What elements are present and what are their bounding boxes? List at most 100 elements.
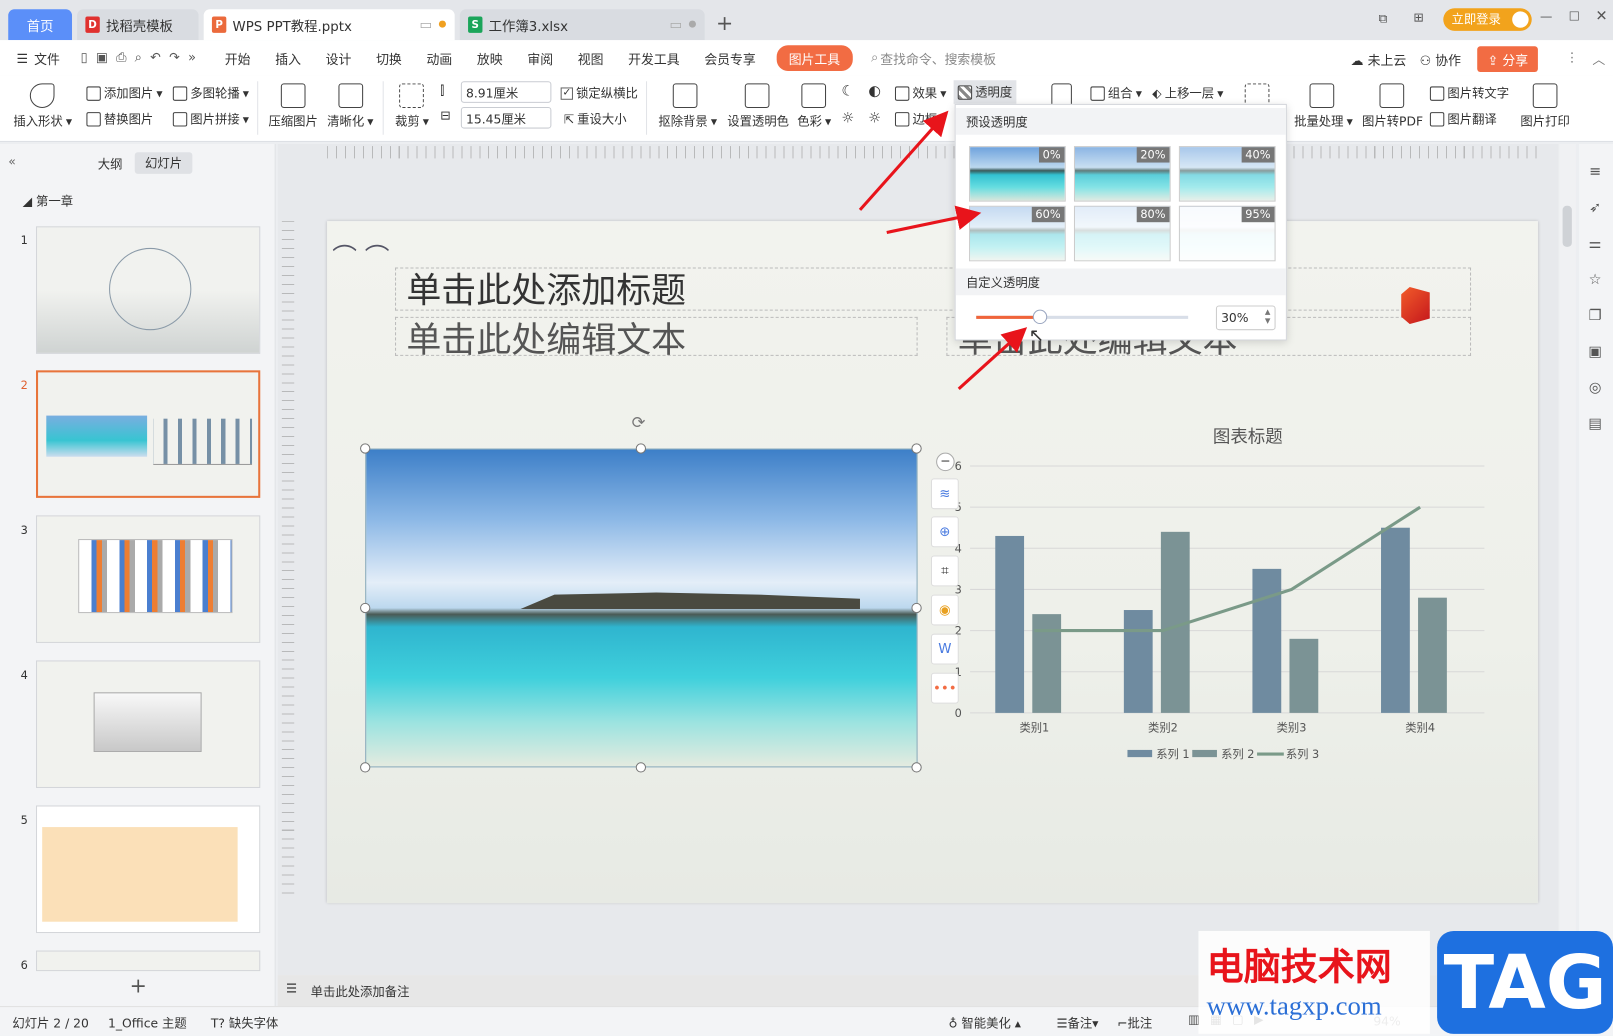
more-tools-icon[interactable]: ••• bbox=[930, 672, 959, 704]
brightness-icon[interactable]: ☼ bbox=[841, 110, 854, 126]
missing-font-button[interactable]: T? 缺失字体 bbox=[211, 1014, 278, 1031]
contrast-icon[interactable]: ◐ bbox=[868, 83, 881, 99]
color-button[interactable]: 色彩 ▾ bbox=[797, 112, 831, 129]
tab-outline[interactable]: 大纲 bbox=[98, 155, 123, 172]
copy-icon[interactable]: ❐ bbox=[1588, 298, 1602, 334]
brightness-down-icon[interactable]: ☼ bbox=[868, 110, 881, 126]
tab-pptx[interactable]: P WPS PPT教程.pptx ▭ ● bbox=[203, 9, 455, 41]
print-button[interactable]: 图片打印 bbox=[1520, 112, 1569, 129]
width-input[interactable]: 15.45厘米 bbox=[460, 106, 552, 129]
menu-animation[interactable]: 动画 bbox=[414, 48, 464, 68]
theme-name[interactable]: 1_Office 主题 bbox=[108, 1014, 187, 1031]
grid-icon[interactable]: ⊞ bbox=[1413, 10, 1423, 24]
tab-home[interactable]: 首页 bbox=[8, 9, 73, 41]
border-button[interactable]: 边框 bbox=[894, 110, 937, 127]
slide-thumbnail-6[interactable] bbox=[36, 950, 261, 972]
translate-button[interactable]: 图片翻译 bbox=[1429, 110, 1497, 127]
zoom-out-icon[interactable]: − bbox=[936, 452, 955, 472]
effects-button[interactable]: 效果 ▾ bbox=[894, 84, 946, 101]
maximize-button[interactable]: ☐ bbox=[1569, 9, 1580, 23]
transparency-slider[interactable] bbox=[976, 309, 1189, 325]
slide-thumbnail-2[interactable] bbox=[36, 370, 261, 498]
reset-size-button[interactable]: ⇱ 重设大小 bbox=[564, 110, 627, 127]
preset-0-percent[interactable]: 0% bbox=[969, 146, 1066, 202]
lock-ratio-checkbox[interactable]: ✓ 锁定纵横比 bbox=[560, 84, 638, 101]
minimize-button[interactable]: — bbox=[1540, 9, 1552, 23]
menu-devtools[interactable]: 开发工具 bbox=[616, 48, 692, 68]
slide-thumbnail-4[interactable] bbox=[36, 660, 261, 788]
cloud-status[interactable]: ☁ 未上云 bbox=[1351, 49, 1407, 69]
notes-toggle[interactable]: ☰备注▾ bbox=[1056, 1014, 1098, 1031]
to-text-button[interactable]: 图片转文字 bbox=[1429, 84, 1509, 101]
menu-member[interactable]: 会员专享 bbox=[692, 48, 768, 68]
preset-95-percent[interactable]: 95% bbox=[1178, 205, 1276, 262]
menu-insert[interactable]: 插入 bbox=[263, 48, 313, 68]
transparency-value-input[interactable]: 30% ▲ ▼ bbox=[1215, 305, 1276, 331]
menu-lines-icon[interactable]: ≡ bbox=[1588, 154, 1602, 190]
login-button[interactable]: 立即登录 bbox=[1443, 8, 1532, 31]
group-button[interactable]: 组合 ▾ bbox=[1090, 84, 1142, 101]
section-chapter[interactable]: ◢ 第一章 bbox=[23, 192, 73, 209]
image-icon[interactable]: ▣ bbox=[1588, 334, 1602, 370]
zoom-level[interactable]: 94% bbox=[1373, 1014, 1400, 1028]
rocket-icon[interactable]: ➶ bbox=[1588, 190, 1602, 226]
notes-placeholder[interactable]: 单击此处添加备注 bbox=[311, 982, 410, 999]
command-search[interactable]: 查找命令、搜索模板 bbox=[880, 48, 996, 68]
replace-picture-button[interactable]: 替换图片 bbox=[86, 110, 153, 127]
slide-thumbnail-5[interactable] bbox=[36, 805, 261, 934]
batch-button[interactable]: 批量处理 ▾ bbox=[1294, 112, 1353, 129]
beautify-button[interactable]: ♁ 智能美化 ▴ bbox=[948, 1014, 1020, 1031]
tab-docer[interactable]: D 找稻壳模板 bbox=[77, 9, 199, 41]
slide-thumbnail-1[interactable] bbox=[36, 226, 261, 354]
menu-view[interactable]: 视图 bbox=[565, 48, 615, 68]
layers-icon[interactable]: ≋ bbox=[930, 478, 959, 510]
set-transparent-button[interactable]: 设置透明色 bbox=[727, 112, 789, 129]
menu-file[interactable]: 文件 bbox=[34, 48, 72, 68]
multi-carousel-button[interactable]: 多图轮播 ▾ bbox=[172, 84, 249, 101]
scrollbar-thumb[interactable] bbox=[1562, 205, 1572, 247]
share-button[interactable]: ⇪ 分享 bbox=[1477, 46, 1539, 73]
height-input[interactable]: 8.91厘米 bbox=[460, 81, 552, 103]
menu-design[interactable]: 设计 bbox=[313, 48, 363, 68]
star-icon[interactable]: ☆ bbox=[1588, 262, 1602, 298]
to-pdf-button[interactable]: 图片转PDF bbox=[1362, 112, 1423, 129]
view-mode-icons[interactable]: ▥▦▢▶ bbox=[1188, 1012, 1274, 1026]
menu-slideshow[interactable]: 放映 bbox=[465, 48, 515, 68]
slide-thumbnail-3[interactable] bbox=[36, 515, 261, 643]
hamburger-icon[interactable]: ☰ bbox=[0, 50, 34, 65]
bring-forward-button[interactable]: ⬖ 上移一层 ▾ bbox=[1152, 84, 1223, 101]
menu-picture-tools[interactable]: 图片工具 bbox=[776, 44, 853, 71]
tab-xlsx[interactable]: S 工作簿3.xlsx ▭ ● bbox=[459, 9, 705, 41]
sliders-icon[interactable]: ⚌ bbox=[1588, 226, 1602, 262]
crop-button[interactable]: 裁剪 ▾ bbox=[395, 112, 429, 129]
transparency-button[interactable]: 透明度 bbox=[953, 80, 1017, 104]
comment-toggle[interactable]: ⌐批注 bbox=[1117, 1014, 1152, 1031]
layout-icon[interactable]: ⧉ bbox=[1378, 11, 1387, 26]
preset-80-percent[interactable]: 80% bbox=[1073, 205, 1171, 262]
quick-access-icons[interactable]: ▯▣⎙⌕↶↷» bbox=[72, 49, 212, 65]
sharpen-button[interactable]: 清晰化 ▾ bbox=[327, 112, 373, 129]
notes-area[interactable]: ☰ 单击此处添加备注 bbox=[277, 975, 1559, 1007]
menu-start[interactable]: 开始 bbox=[212, 48, 262, 68]
collab-button[interactable]: ⚇ 协作 bbox=[1420, 49, 1461, 69]
zoom-in-icon[interactable]: ⊕ bbox=[930, 516, 959, 548]
menu-transition[interactable]: 切换 bbox=[364, 48, 414, 68]
close-button[interactable]: ✕ bbox=[1596, 8, 1608, 24]
remove-bg-button[interactable]: 抠除背景 ▾ bbox=[658, 112, 717, 129]
preset-20-percent[interactable]: 20% bbox=[1073, 146, 1171, 202]
insert-shape-button[interactable]: 插入形状 ▾ bbox=[13, 112, 72, 129]
new-tab-button[interactable]: + bbox=[716, 10, 733, 35]
collapse-panel-icon[interactable]: « bbox=[8, 154, 16, 168]
menu-review[interactable]: 审阅 bbox=[515, 48, 565, 68]
preset-40-percent[interactable]: 40% bbox=[1178, 146, 1276, 202]
picture-splice-button[interactable]: 图片拼接 ▾ bbox=[172, 110, 249, 127]
spinner-icon[interactable]: ▲ ▼ bbox=[1265, 308, 1271, 327]
crop-tool-icon[interactable]: ⌗ bbox=[930, 555, 959, 587]
brightness-up-icon[interactable]: ☾ bbox=[841, 83, 854, 99]
more-icon[interactable]: ⋮ bbox=[1566, 49, 1579, 64]
slider-thumb[interactable] bbox=[1032, 309, 1048, 325]
smart-icon[interactable]: ◉ bbox=[930, 594, 959, 626]
add-picture-button[interactable]: 添加图片 ▾ bbox=[86, 84, 163, 101]
word-convert-icon[interactable]: W bbox=[930, 633, 959, 665]
compass-icon[interactable]: ◎ bbox=[1588, 370, 1602, 406]
